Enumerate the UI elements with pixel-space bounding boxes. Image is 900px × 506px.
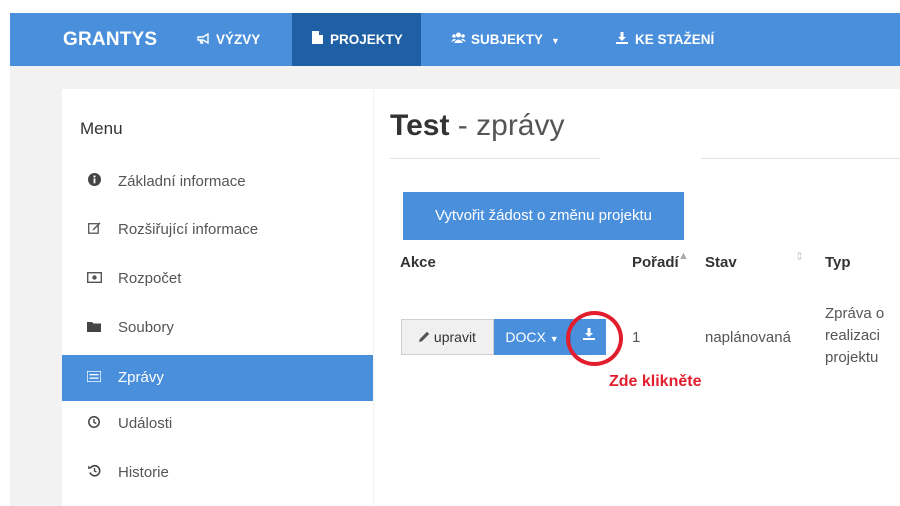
- chevron-down-icon: ▼: [551, 36, 560, 46]
- sidebar: Menu Základní informace Rozšiřující info…: [62, 89, 373, 506]
- cell-state: naplánovaná: [705, 329, 791, 346]
- page-title: Test - zprávy: [390, 109, 565, 143]
- column-header-stav[interactable]: Stav: [705, 254, 737, 271]
- folder-icon: [85, 308, 103, 348]
- money-icon: [85, 259, 103, 299]
- cell-type-line: Zpráva o: [825, 305, 885, 322]
- sidebar-item-label: Zprávy: [118, 369, 164, 386]
- sidebar-item-label: Rozšiřující informace: [118, 221, 259, 238]
- sidebar-item-udalosti[interactable]: Události: [62, 404, 373, 444]
- sidebar-item-label: Události: [118, 415, 173, 432]
- page-title-section: - zprávy: [449, 109, 565, 142]
- users-icon: [451, 14, 466, 67]
- sidebar-item-historie[interactable]: Historie: [62, 453, 373, 493]
- top-navbar: GRANTYS VÝZVY PROJEKTY SUBJEKTY ▼ KE STAŽ…: [10, 13, 900, 66]
- nav-ke-stazeni[interactable]: KE STAŽENÍ: [615, 13, 735, 66]
- nav-projekty-label: PROJEKTY: [330, 32, 403, 47]
- format-select-button[interactable]: DOCX ▼: [494, 319, 570, 355]
- nav-subjekty-label: SUBJEKTY: [471, 32, 544, 47]
- list-icon: [85, 355, 103, 401]
- sidebar-item-label: Historie: [118, 464, 169, 481]
- page-title-project: Test: [390, 109, 450, 142]
- title-divider: [701, 158, 900, 159]
- nav-projekty[interactable]: PROJEKTY: [292, 13, 421, 66]
- info-circle-icon: [85, 162, 103, 202]
- sidebar-item-label: Základní informace: [118, 173, 246, 190]
- edit-icon: [85, 210, 103, 250]
- nav-ke-stazeni-label: KE STAŽENÍ: [635, 32, 715, 47]
- annotation-label: Zde klikněte: [609, 373, 702, 390]
- sidebar-item-rozsirujici-informace[interactable]: Rozšiřující informace: [62, 210, 373, 250]
- sidebar-item-zakladni-informace[interactable]: Základní informace: [62, 162, 373, 202]
- edit-button[interactable]: upravit: [401, 319, 494, 355]
- nav-vyzvy-label: VÝZVY: [216, 32, 261, 47]
- edit-button-label: upravit: [433, 329, 476, 345]
- menu-title: Menu: [80, 119, 123, 138]
- cell-type: Zpráva o realizaci projektu: [825, 303, 884, 369]
- title-divider: [390, 158, 600, 159]
- column-header-poradi[interactable]: Pořadí: [632, 254, 679, 271]
- file-icon: [310, 14, 324, 67]
- cell-order: 1: [632, 329, 641, 346]
- sort-icon[interactable]: ▲: [678, 250, 689, 262]
- chevron-down-icon: ▼: [549, 334, 559, 344]
- pencil-icon: [419, 329, 434, 345]
- column-header-akce: Akce: [400, 254, 436, 271]
- history-icon: [85, 453, 103, 493]
- main-panel: Test - zprávy Vytvořit žádost o změnu pr…: [374, 89, 900, 506]
- nav-vyzvy[interactable]: VÝZVY: [196, 13, 278, 66]
- column-header-typ[interactable]: Typ: [825, 254, 851, 271]
- cell-type-line: realizaci: [825, 327, 881, 344]
- cell-type-line: projektu: [825, 349, 879, 366]
- sidebar-item-label: Soubory: [118, 319, 174, 336]
- download-icon: [615, 14, 629, 67]
- create-change-request-button[interactable]: Vytvořit žádost o změnu projektu: [403, 192, 684, 240]
- sort-icon[interactable]: ⇕: [795, 250, 804, 263]
- highlight-circle: [566, 311, 623, 366]
- format-select-label: DOCX: [505, 329, 546, 345]
- sidebar-item-rozpocet[interactable]: Rozpočet: [62, 259, 373, 299]
- brand-logo[interactable]: GRANTYS: [63, 13, 157, 66]
- sidebar-item-label: Rozpočet: [118, 270, 182, 287]
- clock-icon: [85, 404, 103, 444]
- sidebar-item-soubory[interactable]: Soubory: [62, 308, 373, 348]
- bullhorn-icon: [196, 14, 210, 67]
- nav-subjekty[interactable]: SUBJEKTY ▼: [451, 13, 581, 66]
- sidebar-item-zpravy[interactable]: Zprávy: [62, 355, 373, 401]
